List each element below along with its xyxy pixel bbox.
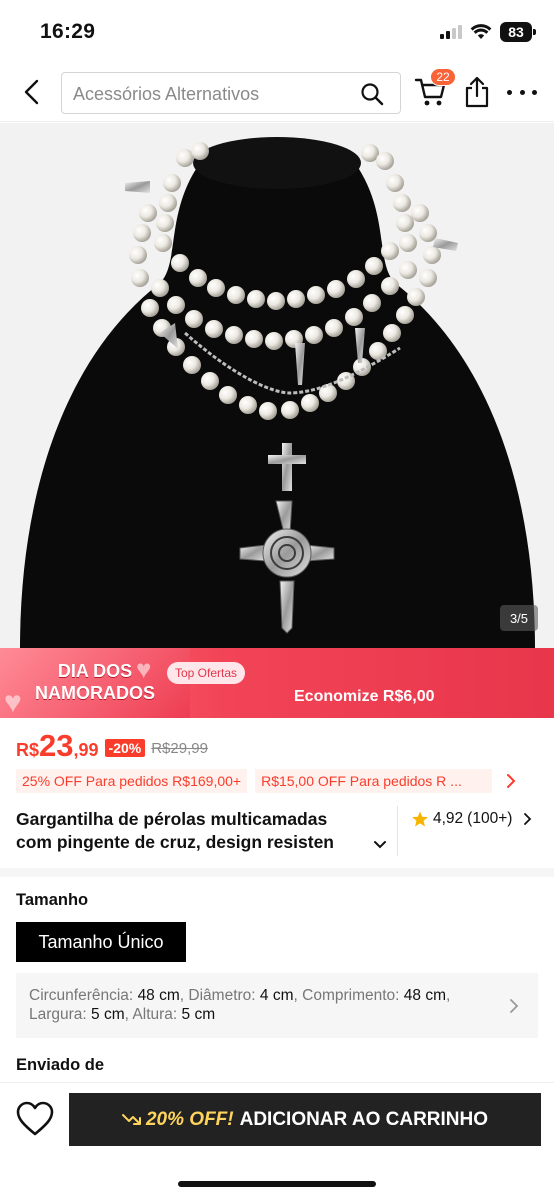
more-icon[interactable] [507, 82, 537, 102]
price-decimal: ,99 [73, 740, 99, 760]
wifi-icon [470, 24, 492, 39]
top-nav: Acessórios Alternativos [0, 62, 554, 122]
discount-badge: -20% [104, 739, 146, 757]
cart-count-badge: 22 [430, 68, 456, 86]
add-to-cart-label: ADICIONAR AO CARRINHO [239, 1108, 489, 1130]
review-count: (100+) [467, 810, 513, 827]
add-to-cart-button[interactable]: 20% OFF! ADICIONAR AO CARRINHO [69, 1093, 541, 1146]
rating-value: 4,92 [433, 810, 464, 827]
product-image[interactable]: 3/5 [0, 123, 554, 649]
star-icon [412, 811, 428, 827]
price-currency: R$ [16, 740, 40, 760]
battery-icon: 83 [500, 22, 536, 42]
cellular-signal-icon [440, 25, 462, 39]
rating-summary[interactable]: 4,92 (100+) [411, 810, 534, 828]
chevron-down-icon[interactable] [373, 838, 387, 852]
promo-banner[interactable]: ♥ ♥ DIA DOS NAMORADOS Top Ofertas Econom… [0, 648, 554, 718]
necklace-photo [0, 123, 554, 649]
share-icon[interactable] [463, 76, 491, 108]
divider [397, 806, 398, 856]
back-arrow-icon [24, 79, 39, 105]
heart-outline-icon[interactable] [16, 1101, 54, 1137]
original-price: R$29,99 [151, 740, 208, 757]
status-icons: 83 [440, 22, 536, 42]
size-measurements[interactable]: Circunferência: 48 cm, Diâmetro: 4 cm, C… [16, 973, 538, 1038]
search-input[interactable]: Acessórios Alternativos [61, 72, 401, 114]
size-label: Tamanho [16, 891, 89, 909]
chevron-right-icon [524, 813, 532, 825]
promo-badge-area: ♥ ♥ DIA DOS NAMORADOS [0, 648, 190, 718]
trend-down-icon [121, 1113, 141, 1125]
price-row: R$ 23 ,99 -20% R$29,99 [16, 728, 208, 764]
promo-title: DIA DOS NAMORADOS [35, 661, 155, 703]
chevron-right-icon[interactable] [504, 774, 518, 788]
product-title[interactable]: Gargantilha de pérolas multicamadas com … [16, 808, 382, 854]
coupon-tag[interactable]: 25% OFF Para pedidos R$169,00+ [16, 769, 248, 793]
coupon-row[interactable]: 25% OFF Para pedidos R$169,00+ R$15,00 O… [16, 769, 546, 793]
search-placeholder: Acessórios Alternativos [73, 84, 260, 104]
bottom-action-bar: 20% OFF! ADICIONAR AO CARRINHO [0, 1082, 554, 1199]
price-integer: 23 [39, 728, 74, 763]
status-bar: 16:29 83 [0, 0, 554, 62]
home-indicator [178, 1181, 376, 1187]
shipping-label: Enviado de [16, 1056, 105, 1074]
back-button[interactable] [18, 78, 46, 106]
cart-promo: 20% OFF! [121, 1109, 234, 1131]
size-option-selected[interactable]: Tamanho Único [16, 922, 186, 962]
section-divider [0, 868, 554, 877]
image-counter: 3/5 [500, 605, 538, 631]
savings-text: Economize R$6,00 [294, 688, 435, 705]
coupon-tag[interactable]: R$15,00 OFF Para pedidos R ... [255, 769, 493, 793]
top-offers-badge: Top Ofertas [167, 662, 246, 684]
chevron-right-icon[interactable] [508, 999, 520, 1013]
status-time: 16:29 [40, 20, 96, 43]
search-icon[interactable] [360, 82, 384, 106]
